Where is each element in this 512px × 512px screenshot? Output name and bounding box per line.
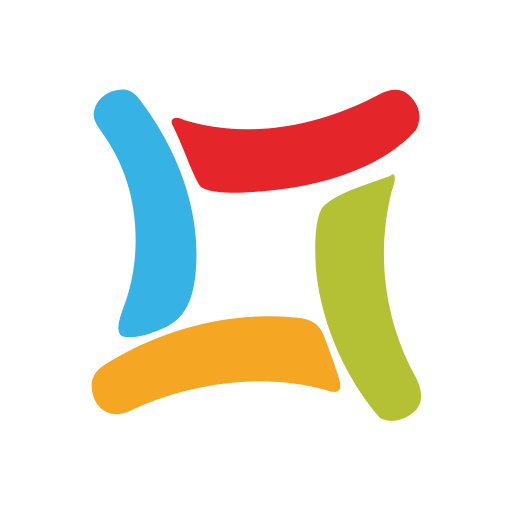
app-canvas bbox=[0, 0, 512, 512]
red-segment bbox=[171, 89, 420, 193]
four-color-square-logo-icon bbox=[91, 89, 422, 421]
